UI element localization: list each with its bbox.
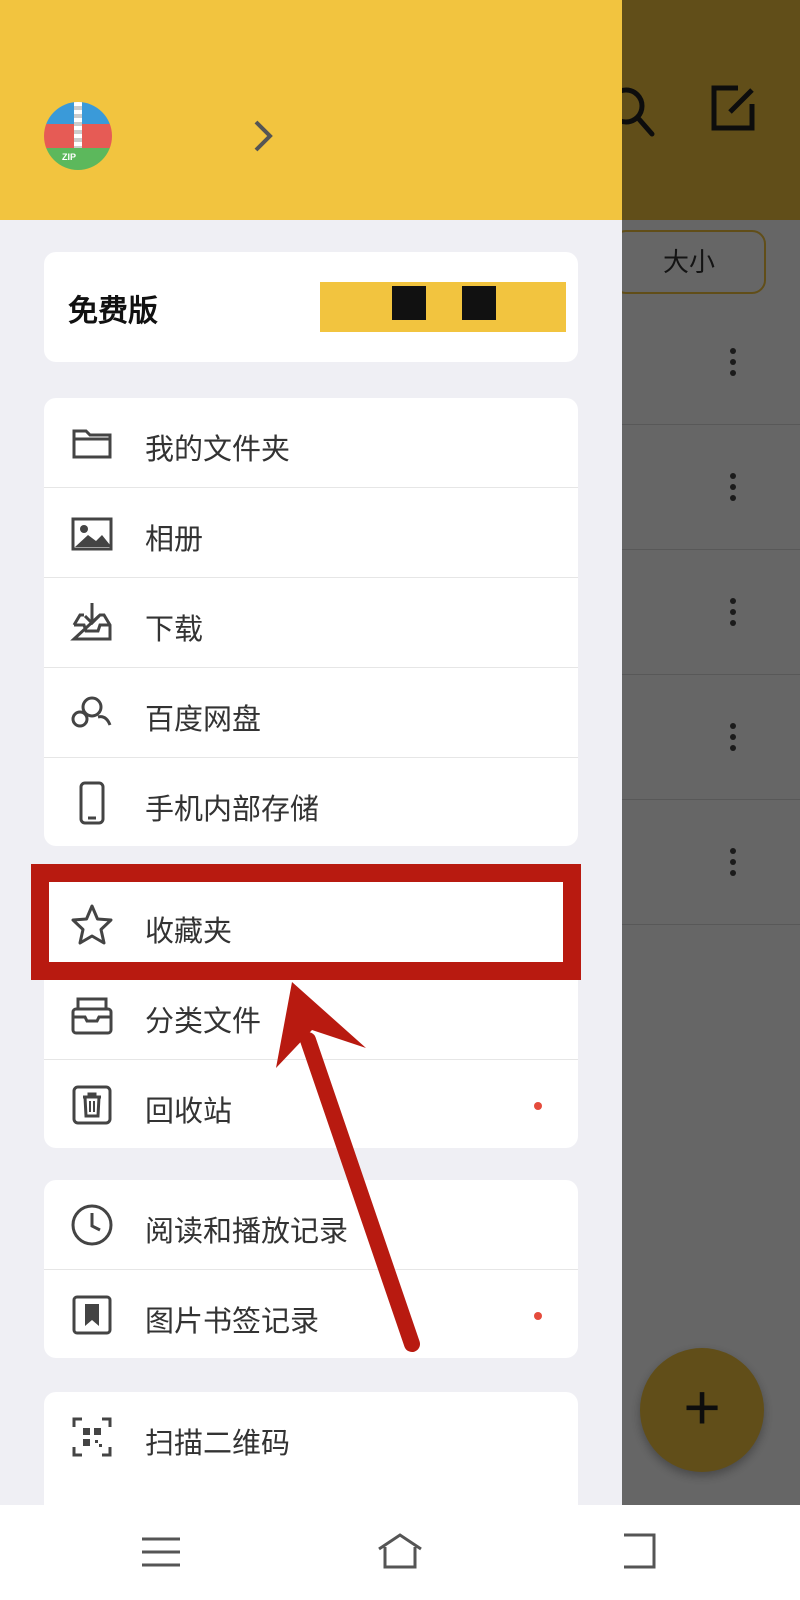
menu-item-label: 下载: [145, 614, 204, 646]
clock-icon: [71, 1204, 113, 1246]
menu-item-label: 阅读和播放记录: [145, 1216, 349, 1248]
version-label: 免费版: [68, 295, 158, 328]
qr-scan-icon: [72, 1417, 112, 1457]
menu-item-recycle-bin[interactable]: 回收站: [44, 1060, 578, 1150]
version-card[interactable]: 免费版: [44, 252, 578, 362]
download-tray-icon: [70, 603, 112, 641]
back-icon[interactable]: [614, 1527, 664, 1577]
home-icon[interactable]: [375, 1527, 425, 1577]
menu-item-label: 扫描二维码: [145, 1428, 291, 1460]
menu-item-label: 我的文件夹: [145, 434, 291, 466]
phone-icon: [79, 781, 105, 825]
notification-dot: [534, 1312, 542, 1320]
menu-item-image-bookmarks[interactable]: 图片书签记录: [44, 1270, 578, 1360]
system-nav-bar: [0, 1505, 800, 1600]
navigation-drawer: ZIP 免费版 我的文件夹 相册 下载 百度网盘 手机内部存储 收藏夹 分类文件…: [0, 0, 622, 1505]
highlight-box: [31, 864, 581, 980]
folder-icon: [72, 429, 112, 459]
menu-item-baidu-netdisk[interactable]: 百度网盘: [44, 668, 578, 758]
bookmark-icon: [72, 1295, 112, 1335]
menu-item-label: 回收站: [145, 1096, 233, 1128]
menu-item-downloads[interactable]: 下载: [44, 578, 578, 668]
cloud-icon: [71, 696, 112, 728]
storage-menu-group: 我的文件夹 相册 下载 百度网盘 手机内部存储: [44, 398, 578, 846]
image-icon: [71, 517, 113, 551]
menu-item-label: 百度网盘: [145, 704, 262, 736]
menu-item-my-folder[interactable]: 我的文件夹: [44, 398, 578, 488]
upgrade-badge[interactable]: [320, 282, 566, 332]
menu-item-album[interactable]: 相册: [44, 488, 578, 578]
notification-dot: [534, 1102, 542, 1110]
menu-item-label: 相册: [145, 524, 204, 556]
menu-item-label: 分类文件: [145, 1006, 262, 1038]
trash-icon: [72, 1085, 112, 1125]
menu-icon[interactable]: [136, 1527, 186, 1577]
avatar[interactable]: ZIP: [44, 102, 112, 170]
menu-item-internal-storage[interactable]: 手机内部存储: [44, 758, 578, 848]
history-menu-group: 阅读和播放记录 图片书签记录: [44, 1180, 578, 1358]
drawer-header: ZIP: [0, 0, 622, 220]
chevron-right-icon[interactable]: [248, 116, 278, 156]
tools-menu-group: 扫描二维码: [44, 1392, 578, 1505]
menu-item-label: 手机内部存储: [145, 794, 320, 826]
menu-item-read-play-history[interactable]: 阅读和播放记录: [44, 1180, 578, 1270]
menu-item-scan-qr[interactable]: 扫描二维码: [44, 1392, 578, 1482]
box-icon: [71, 997, 113, 1035]
menu-item-categorized-files[interactable]: 分类文件: [44, 970, 578, 1060]
menu-item-label: 图片书签记录: [145, 1306, 320, 1338]
